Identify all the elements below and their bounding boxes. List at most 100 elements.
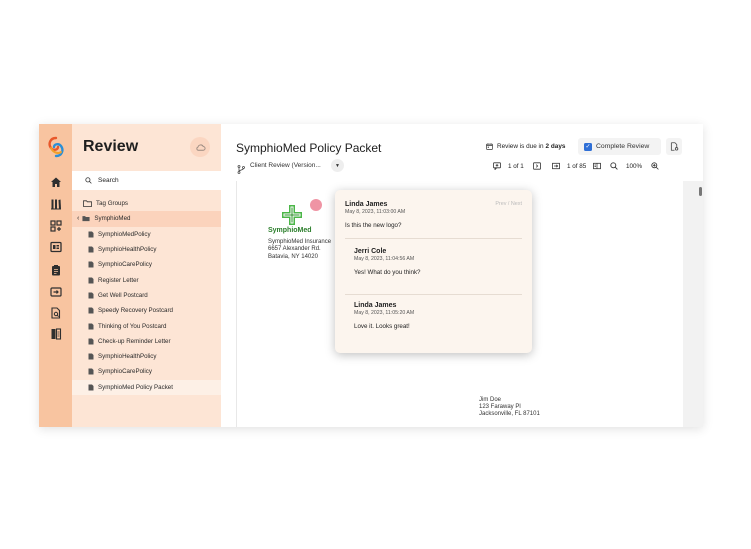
comment-author: Linda James [345,201,388,208]
tree-item-document-selected[interactable]: SymphioMed Policy Packet [72,379,221,395]
complete-review-button[interactable]: ✓ Complete Review [578,138,661,155]
tree-item-label: SymphioHealthPolicy [98,353,157,361]
compare-icon[interactable] [49,327,63,341]
library-icon[interactable] [49,197,63,211]
tree-item-document[interactable]: SymphioHealthPolicy [72,349,221,364]
document-search-icon[interactable] [49,306,63,320]
due-text: Review is due in [497,143,544,150]
tree-item-document[interactable]: Speedy Recovery Postcard [72,303,221,318]
tree-item-label: SymphioMed [94,215,131,223]
tree-item-document[interactable]: Get Well Postcard [72,288,221,303]
company-name: SymphioMed [268,227,312,234]
panel-title: Review [83,138,139,155]
document-icon [88,292,94,299]
zoom-level[interactable]: 100% [626,160,642,172]
scroll-gutter [683,181,703,427]
main-content: SymphioMed Policy Packet Client Review (… [221,124,703,427]
version-select[interactable]: Client Review (Version... [250,162,321,169]
chevron-down-icon[interactable]: ▼ [331,159,344,172]
comment-author: Linda James [354,302,397,309]
divider [345,238,522,239]
document-icon [88,353,94,360]
document-icon [88,307,94,314]
comment-text: Love it. Looks great! [354,323,410,330]
add-widget-icon[interactable] [49,219,63,233]
document-icon [88,246,94,253]
cloud-icon[interactable] [190,137,210,157]
tree-item-label: SymphioCarePolicy [98,261,152,269]
folder-icon [83,200,92,208]
tree-item-symphiomed-folder[interactable]: ‹ SymphioMed [72,211,221,227]
divider [345,294,522,295]
company-logo [281,204,303,226]
comment-pin[interactable] [310,199,322,211]
branch-icon [237,161,245,174]
tree-item-document[interactable]: SymphioMedPolicy [72,227,221,242]
tree-item-document[interactable]: SymphioCarePolicy [72,364,221,379]
comment-text: Yes! What do you think? [354,269,421,276]
document-icon [88,277,94,284]
comment-icon[interactable] [493,160,501,172]
comment: Linda James May 8, 2023, 11:03:00 AM Is … [345,201,523,229]
tree-item-document[interactable]: Register Letter [72,272,221,287]
tree-item-label: SymphioCarePolicy [98,368,152,376]
scrollbar[interactable] [699,187,702,196]
search-input[interactable]: Search [72,171,221,190]
tree-item-label: SymphioHealthPolicy [98,246,157,254]
tree-item-label: Speedy Recovery Postcard [98,307,173,315]
due-status: Review is due in 2 days [486,143,565,150]
folder-icon [82,215,90,222]
next-comment-icon[interactable] [533,160,541,172]
review-panel: Review Search Tag Groups ‹ SymphioMed Sy… [72,124,221,427]
search-label: Search [98,177,119,184]
comment-author: Jerri Cole [354,248,387,255]
comment-reply: Jerri Cole May 8, 2023, 11:04:56 AM Yes!… [354,248,532,276]
search-icon [85,177,92,184]
tree-item-label: Thinking of You Postcard [98,322,167,330]
clipboard-icon[interactable] [49,263,63,277]
comment-thread-popup: Prev / Next Linda James May 8, 2023, 11:… [335,190,532,353]
document-icon [88,231,94,238]
tree-item-label: Register Letter [98,276,139,284]
document-icon [88,261,94,268]
zoom-out-icon[interactable] [610,160,618,172]
tree-item-label: SymphioMed Policy Packet [98,383,173,391]
sender-address: SymphioMed Insurance 6657 Alexander Rd. … [268,239,332,260]
page-title: SymphioMed Policy Packet [236,141,382,155]
calendar-icon [486,143,493,150]
comment-time: May 8, 2023, 11:05:20 AM [354,310,415,316]
app-logo-icon[interactable] [47,136,65,158]
page-forward-icon[interactable] [552,160,560,172]
chevron-left-icon[interactable]: ‹ [77,215,79,222]
document-icon [88,368,94,375]
comment-time: May 8, 2023, 11:04:56 AM [354,256,415,262]
tree-item-document[interactable]: Thinking of You Postcard [72,318,221,333]
tree-item-label: Tag Groups [96,200,128,208]
comment-reply: Linda James May 8, 2023, 11:05:20 AM Lov… [354,302,532,330]
tree-item-label: SymphioMedPolicy [98,230,151,238]
complete-review-label: Complete Review [596,143,650,150]
tree-item-document[interactable]: SymphioCarePolicy [72,257,221,272]
comment-counter: 1 of 1 [508,162,524,170]
due-value: 2 days [545,143,566,150]
document-settings-icon[interactable] [666,138,682,155]
zoom-in-icon[interactable] [651,160,659,172]
app-window: Review Search Tag Groups ‹ SymphioMed Sy… [39,124,703,427]
nav-rail [39,124,72,427]
comment-text: Is this the new logo? [345,222,402,229]
comment-time: May 8, 2023, 11:03:00 AM [345,209,406,215]
page-counter: 1 of 85 [567,162,587,170]
tree-item-tag-groups[interactable]: Tag Groups [72,196,221,211]
import-icon[interactable] [49,285,63,299]
recipient-address: Jim Doe 123 Faraway Pl Jacksonville, FL … [479,397,540,418]
document-tree: Tag Groups ‹ SymphioMed SymphioMedPolicy… [72,196,221,395]
tree-item-label: Check-up Reminder Letter [98,337,171,345]
page-layout-icon[interactable] [593,160,601,172]
document-icon [88,323,94,330]
layout-icon[interactable] [49,240,63,254]
complete-review-checkbox[interactable]: ✓ [584,142,592,151]
tree-item-document[interactable]: SymphioHealthPolicy [72,242,221,257]
home-icon[interactable] [49,175,63,189]
document-pane[interactable]: SymphioMed SymphioMed Insurance 6657 Ale… [236,181,682,427]
tree-item-document[interactable]: Check-up Reminder Letter [72,334,221,349]
